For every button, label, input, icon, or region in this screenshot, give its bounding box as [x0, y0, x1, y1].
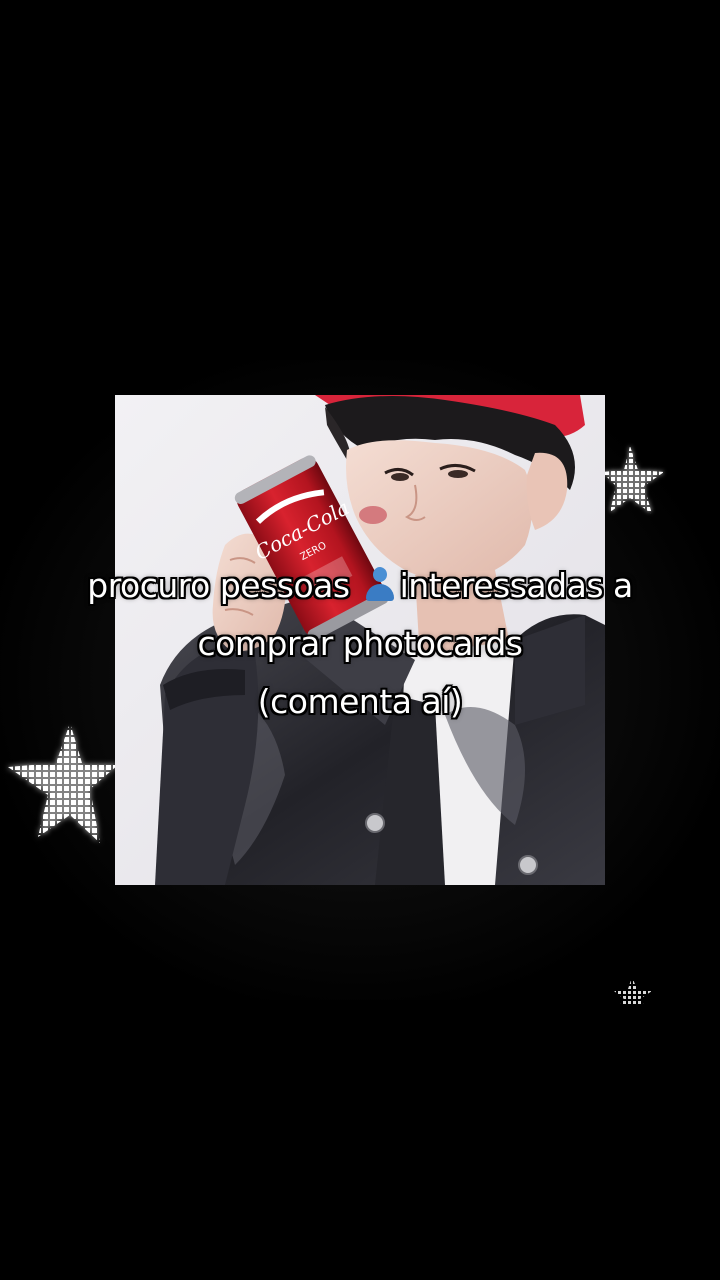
caption-line-3: (comenta aí)	[257, 682, 463, 721]
caption-line-1: procuro pessoas interessadas a	[0, 557, 720, 615]
caption-overlay: procuro pessoas interessadas a comprar p…	[0, 557, 720, 731]
video-frame: Coca-Cola ZERO procuro pessoas interessa…	[0, 0, 720, 1280]
caption-text-after-icon: interessadas a	[399, 566, 634, 605]
sparkle-star-icon-right	[602, 446, 664, 514]
caption-text-before-icon: procuro pessoas	[87, 566, 350, 605]
person-silhouette-icon	[362, 567, 398, 601]
sparkle-star-icon-large	[8, 723, 118, 843]
caption-line-2: comprar photocards	[197, 624, 523, 663]
sparkle-star-icon-bottom	[614, 977, 652, 1005]
